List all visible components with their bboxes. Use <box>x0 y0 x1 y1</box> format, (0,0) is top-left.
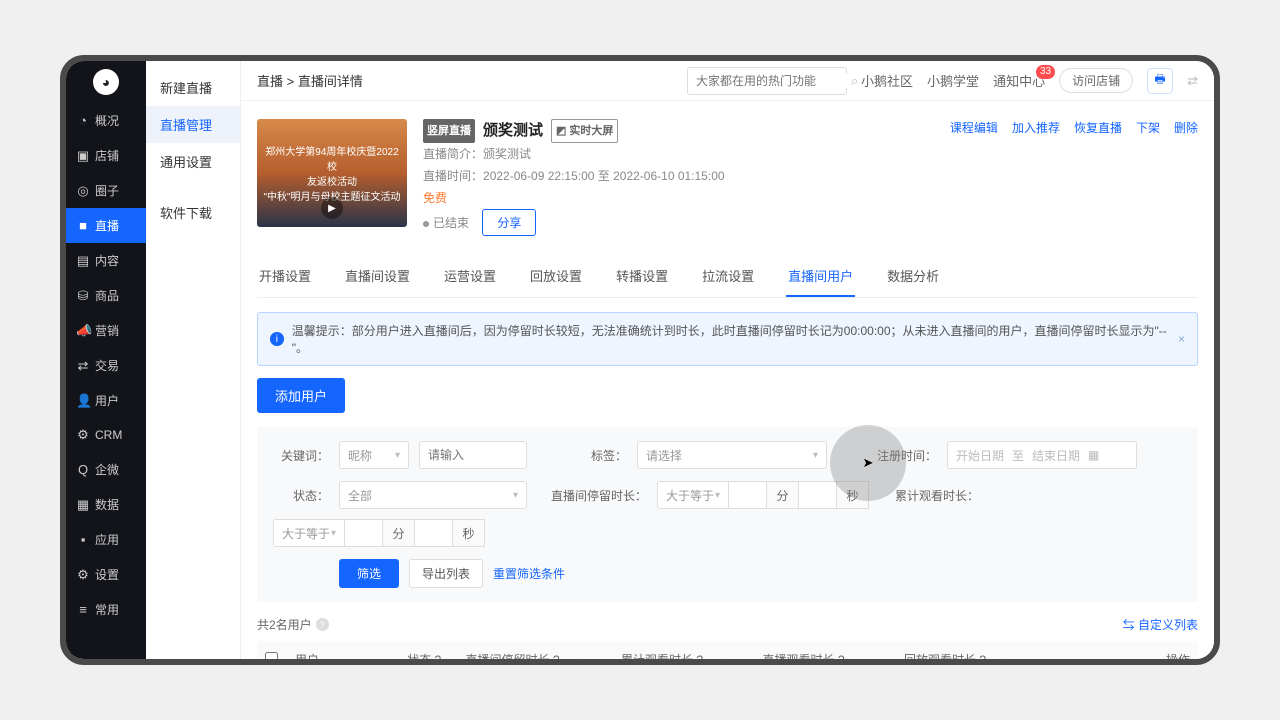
left-nav: ◕ ◔概况▣店铺◎圈子■直播▤内容⛁商品📣营销⇄交易👤用户⚙CRMQ企微▦数据▪… <box>66 61 146 659</box>
subnav-item[interactable]: 通用设置 <box>146 143 240 180</box>
custom-columns-link[interactable]: ⇆ 自定义列表 <box>1123 616 1198 633</box>
user-count: 共2名用户 <box>257 616 312 633</box>
link-notify[interactable]: 通知中心33 <box>993 71 1045 90</box>
nav-item-常用[interactable]: ≡常用 <box>66 592 146 627</box>
action-课程编辑[interactable]: 课程编辑 <box>950 119 998 236</box>
sub-nav: 新建直播直播管理通用设置 软件下载 <box>146 61 241 659</box>
search-input[interactable] <box>696 74 851 88</box>
watch-duration[interactable]: 大于等于▾ 分 秒 <box>273 519 485 547</box>
nav-item-设置[interactable]: ⚙设置 <box>66 557 146 592</box>
tab-拉流设置[interactable]: 拉流设置 <box>700 256 756 297</box>
notify-badge: 33 <box>1036 65 1055 79</box>
breadcrumb: 直播 > 直播间详情 <box>257 71 363 90</box>
swap-icon[interactable]: ⇄ <box>1187 73 1198 89</box>
tab-直播间用户[interactable]: 直播间用户 <box>786 256 855 297</box>
keyword-input[interactable] <box>428 448 518 462</box>
nav-item-店铺[interactable]: ▣店铺 <box>66 138 146 173</box>
live-title: 颁奖测试 <box>483 120 543 142</box>
filter-panel: 关键词： 昵称▾ 标签： 请选择▾ 注册时间： 开始日期至结束日期▦ 状态： 全… <box>257 427 1198 602</box>
tab-回放设置[interactable]: 回放设置 <box>528 256 584 297</box>
register-date-range[interactable]: 开始日期至结束日期▦ <box>947 441 1137 469</box>
tab-bar: 开播设置直播间设置运营设置回放设置转播设置拉流设置直播间用户数据分析 <box>257 256 1198 298</box>
tab-运营设置[interactable]: 运营设置 <box>442 256 498 297</box>
price-label: 免费 <box>423 187 934 209</box>
close-alert-icon[interactable]: × <box>1178 332 1185 346</box>
calendar-icon: ▦ <box>1088 448 1099 462</box>
action-加入推荐[interactable]: 加入推荐 <box>1012 119 1060 236</box>
nav-item-用户[interactable]: 👤用户 <box>66 383 146 418</box>
nav-item-数据[interactable]: ▦数据 <box>66 487 146 522</box>
share-button[interactable]: 分享 <box>482 209 536 236</box>
nav-item-内容[interactable]: ▤内容 <box>66 243 146 278</box>
add-user-button[interactable]: 添加用户 <box>257 378 345 413</box>
live-thumbnail[interactable]: 郑州大学第94周年校庆暨2022校 友返校活动 "中秋"明月与母校主题征文活动 … <box>257 119 407 227</box>
reset-filter-link[interactable]: 重置筛选条件 <box>493 565 565 582</box>
tab-开播设置[interactable]: 开播设置 <box>257 256 313 297</box>
export-button[interactable]: 导出列表 <box>409 559 483 588</box>
global-search[interactable]: ⌕ <box>687 67 847 95</box>
subnav-item[interactable]: 直播管理 <box>146 106 240 143</box>
nav-item-圈子[interactable]: ◎圈子 <box>66 173 146 208</box>
top-bar: 直播 > 直播间详情 ⌕ 小鹅社区 小鹅学堂 通知中心33 访问店铺 🖶 ⇄ <box>241 61 1214 101</box>
nav-item-应用[interactable]: ▪应用 <box>66 522 146 557</box>
action-下架[interactable]: 下架 <box>1136 119 1160 236</box>
status-select[interactable]: 全部▾ <box>339 481 527 509</box>
link-school[interactable]: 小鹅学堂 <box>927 71 979 90</box>
action-删除[interactable]: 删除 <box>1174 119 1198 236</box>
search-icon[interactable]: ⌕ <box>851 73 858 89</box>
action-恢复直播[interactable]: 恢复直播 <box>1074 119 1122 236</box>
tab-数据分析[interactable]: 数据分析 <box>885 256 941 297</box>
subnav-download[interactable]: 软件下载 <box>146 194 240 231</box>
orientation-tag: 竖屏直播 <box>423 119 475 143</box>
nav-item-营销[interactable]: 📣营销 <box>66 313 146 348</box>
tag-select[interactable]: 请选择▾ <box>637 441 827 469</box>
link-community[interactable]: 小鹅社区 <box>861 71 913 90</box>
subnav-item[interactable]: 新建直播 <box>146 69 240 106</box>
detail-actions: 课程编辑加入推荐恢复直播下架删除 <box>950 119 1198 236</box>
user-table: 用户状态 ?直播间停留时长 ? ▲▼累计观看时长 ? ▲▼直播观看时长 ? ▲▼… <box>257 641 1198 659</box>
keyword-type-select[interactable]: 昵称▾ <box>339 441 409 469</box>
tab-直播间设置[interactable]: 直播间设置 <box>343 256 412 297</box>
live-title-row: 竖屏直播 颁奖测试 ◩ 实时大屏 <box>423 119 934 143</box>
filter-submit-button[interactable]: 筛选 <box>339 559 399 588</box>
help-icon[interactable]: ? <box>316 618 329 631</box>
logo: ◕ <box>66 61 146 103</box>
status-label: 已结束 <box>433 216 469 230</box>
realtime-link[interactable]: ◩ 实时大屏 <box>551 119 618 143</box>
info-alert: i 温馨提示：部分用户进入直播间后，因为停留时长较短，无法准确统计到时长，此时直… <box>257 312 1198 366</box>
nav-item-概况[interactable]: ◔概况 <box>66 103 146 138</box>
play-icon[interactable]: ▶ <box>321 197 343 219</box>
print-icon[interactable]: 🖶 <box>1147 68 1173 94</box>
nav-item-商品[interactable]: ⛁商品 <box>66 278 146 313</box>
nav-item-CRM[interactable]: ⚙CRM <box>66 418 146 452</box>
nav-item-直播[interactable]: ■直播 <box>66 208 146 243</box>
info-icon: i <box>270 332 284 346</box>
tab-转播设置[interactable]: 转播设置 <box>614 256 670 297</box>
nav-item-企微[interactable]: Q企微 <box>66 452 146 487</box>
select-all-checkbox[interactable] <box>265 652 278 660</box>
stay-duration[interactable]: 大于等于▾ 分 秒 <box>657 481 869 509</box>
visit-store-button[interactable]: 访问店铺 <box>1059 68 1133 93</box>
nav-item-交易[interactable]: ⇄交易 <box>66 348 146 383</box>
